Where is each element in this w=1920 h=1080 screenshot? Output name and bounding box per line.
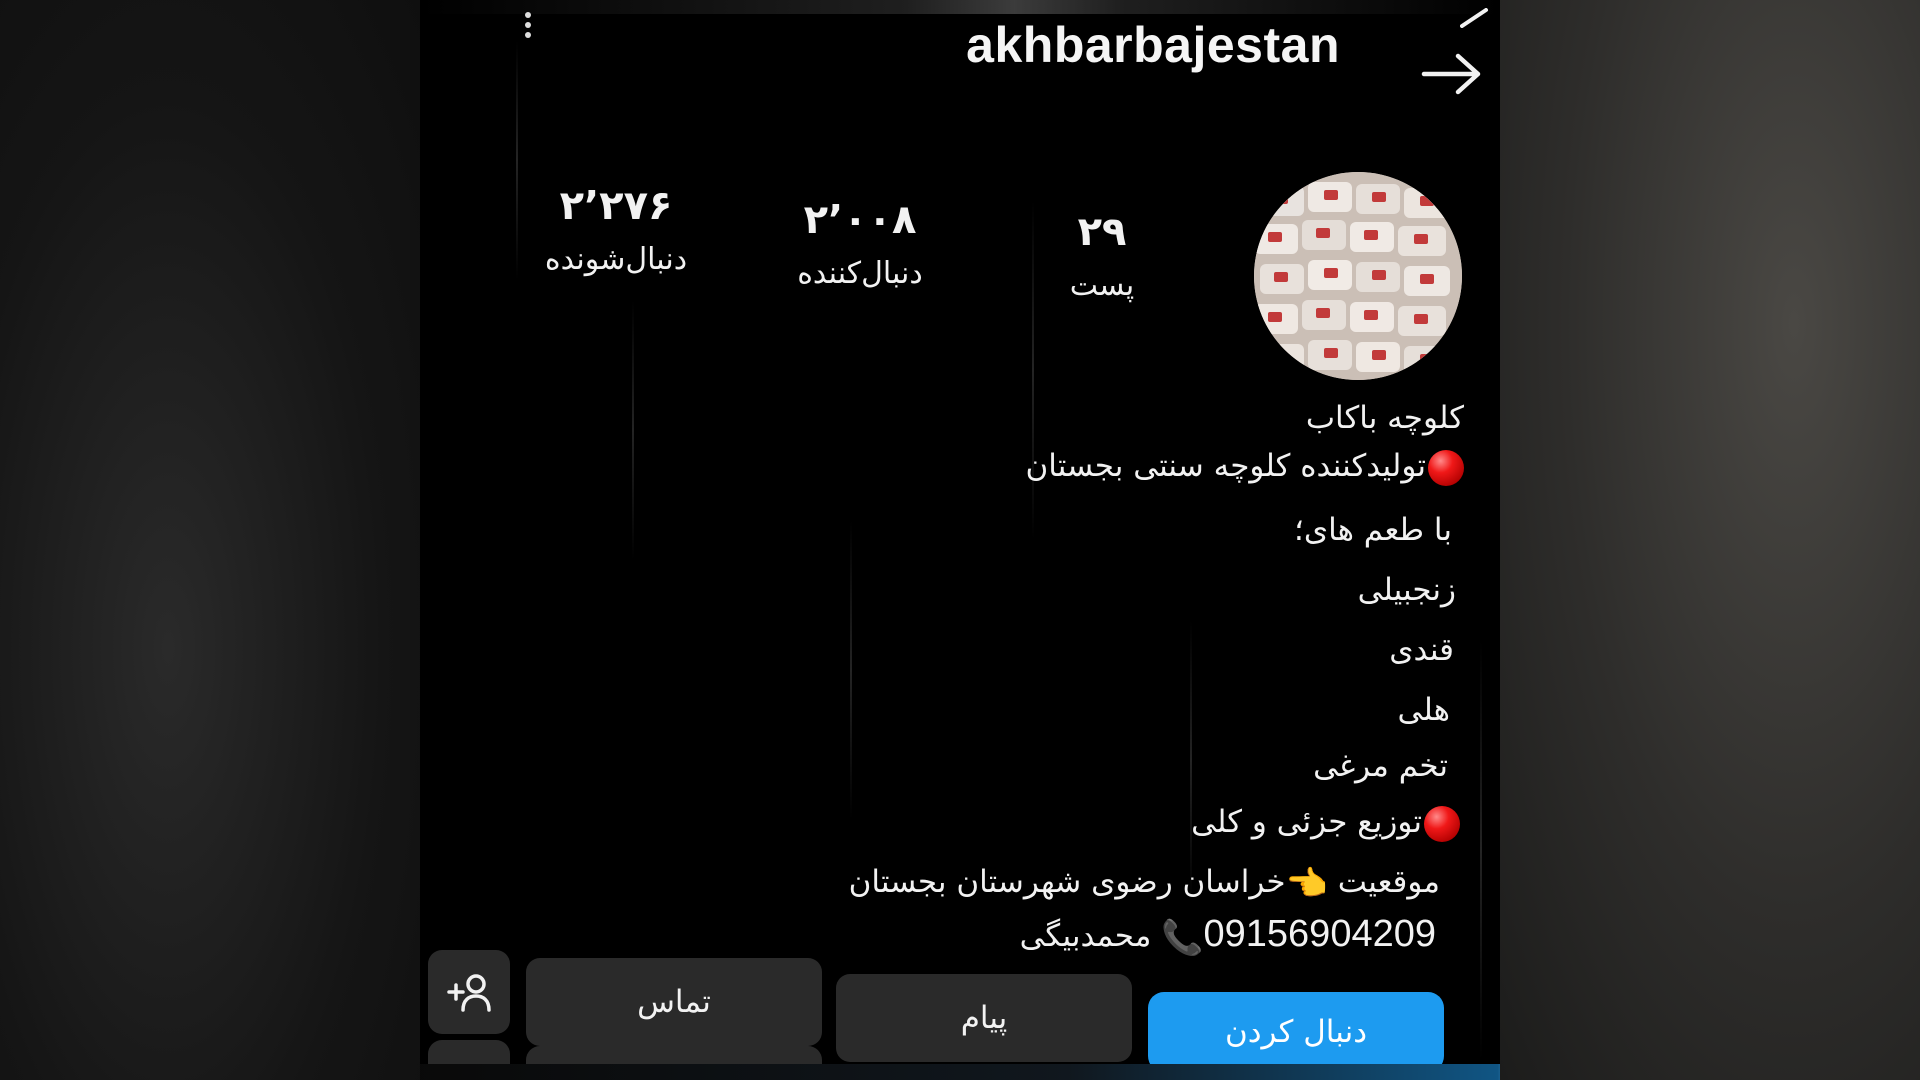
bio-line-producer: تولیدکننده کلوچه سنتی بجستان [1026, 446, 1464, 486]
add-user-icon [447, 974, 491, 1012]
posts-label: پست [1069, 268, 1135, 303]
posts-count: ۲۹ [1077, 209, 1127, 255]
following-count: ۲٬۲۷۶ [559, 183, 673, 229]
pointing-hand-icon: 👈 [1285, 863, 1328, 904]
streak-decoration [632, 300, 634, 560]
streak-decoration [1480, 640, 1482, 1060]
followers-count: ۲٬۰۰۸ [803, 197, 917, 243]
phone-icon: 📞 [1161, 917, 1204, 958]
contact-button[interactable]: تماس [526, 958, 822, 1046]
more-options-icon[interactable] [524, 12, 532, 38]
bio-line-flavors: با طعم های؛ [1294, 512, 1452, 548]
red-circle-icon [1428, 449, 1464, 486]
location-value: خراسان رضوی شهرستان بجستان [848, 864, 1286, 900]
bio-text: توزیع جزئی و کلی [1191, 804, 1422, 840]
red-circle-icon [1424, 805, 1460, 842]
bio-text: تولیدکننده کلوچه سنتی بجستان [1025, 448, 1426, 484]
partial-button[interactable] [526, 1046, 822, 1064]
bio-line-distribution: توزیع جزئی و کلی [1191, 802, 1460, 842]
profile-username: akhbarbajestan [966, 17, 1340, 73]
location-label: موقعیت [1337, 864, 1440, 900]
contact-person: محمدبیگی [1019, 918, 1152, 954]
status-bar-fade [420, 0, 1500, 14]
follow-button[interactable]: دنبال کردن [1148, 992, 1444, 1064]
screen: akhbarbajestan [0, 0, 1920, 1080]
profile-screen: akhbarbajestan [420, 0, 1500, 1064]
bio-line-egg: تخم مرغی [1313, 748, 1448, 784]
blurred-background-left [0, 0, 420, 1080]
following-stat[interactable]: ۲٬۲۷۶ دنبال‌شونده [506, 182, 726, 280]
partial-button[interactable] [428, 1040, 510, 1064]
streak-decoration [1190, 620, 1192, 900]
bio-line-cardamom: هلی [1397, 692, 1450, 728]
product-photo-avatar-icon [1254, 172, 1462, 380]
bio-line-phone: 09156904209📞 محمدبیگی [1020, 914, 1436, 958]
bottom-edge-fade [420, 1064, 1500, 1080]
bio-line-ginger: زنجبیلی [1357, 572, 1456, 608]
add-user-button[interactable] [428, 950, 510, 1034]
bio-line-sugar: قندی [1389, 632, 1454, 668]
blurred-background-right [1500, 0, 1920, 1080]
message-button[interactable]: پیام [836, 974, 1132, 1062]
back-arrow-icon[interactable] [1420, 50, 1484, 98]
followers-stat[interactable]: ۲٬۰۰۸ دنبال‌کننده [750, 196, 970, 294]
streak-decoration [850, 520, 852, 820]
partial-arrow-icon [1460, 8, 1488, 28]
following-label: دنبال‌شونده [544, 242, 688, 277]
bio-name: کلوچه باکاب [1305, 400, 1464, 436]
phone-number[interactable]: 09156904209 [1204, 913, 1436, 955]
followers-label: دنبال‌کننده [797, 256, 923, 291]
avatar[interactable] [1254, 172, 1462, 380]
bio-line-location: موقعیت 👈خراسان رضوی شهرستان بجستان [849, 862, 1440, 904]
posts-stat[interactable]: ۲۹ پست [1032, 208, 1172, 306]
